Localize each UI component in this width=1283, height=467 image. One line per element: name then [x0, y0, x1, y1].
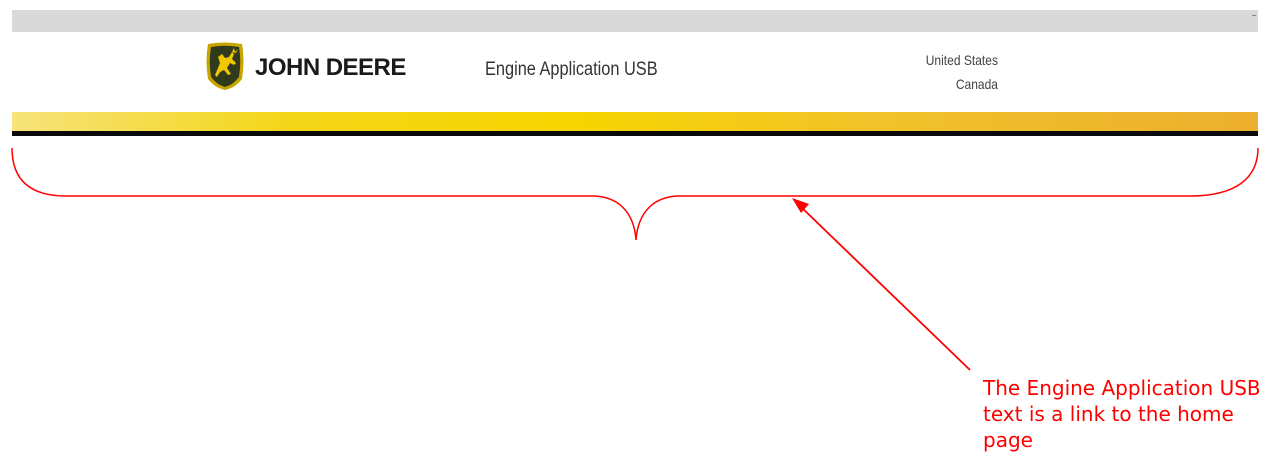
curly-brace-icon: [11, 147, 1259, 241]
annotation-arrow-icon: [792, 198, 971, 371]
annotation-callout: The Engine Application USB text is a lin…: [983, 376, 1261, 452]
